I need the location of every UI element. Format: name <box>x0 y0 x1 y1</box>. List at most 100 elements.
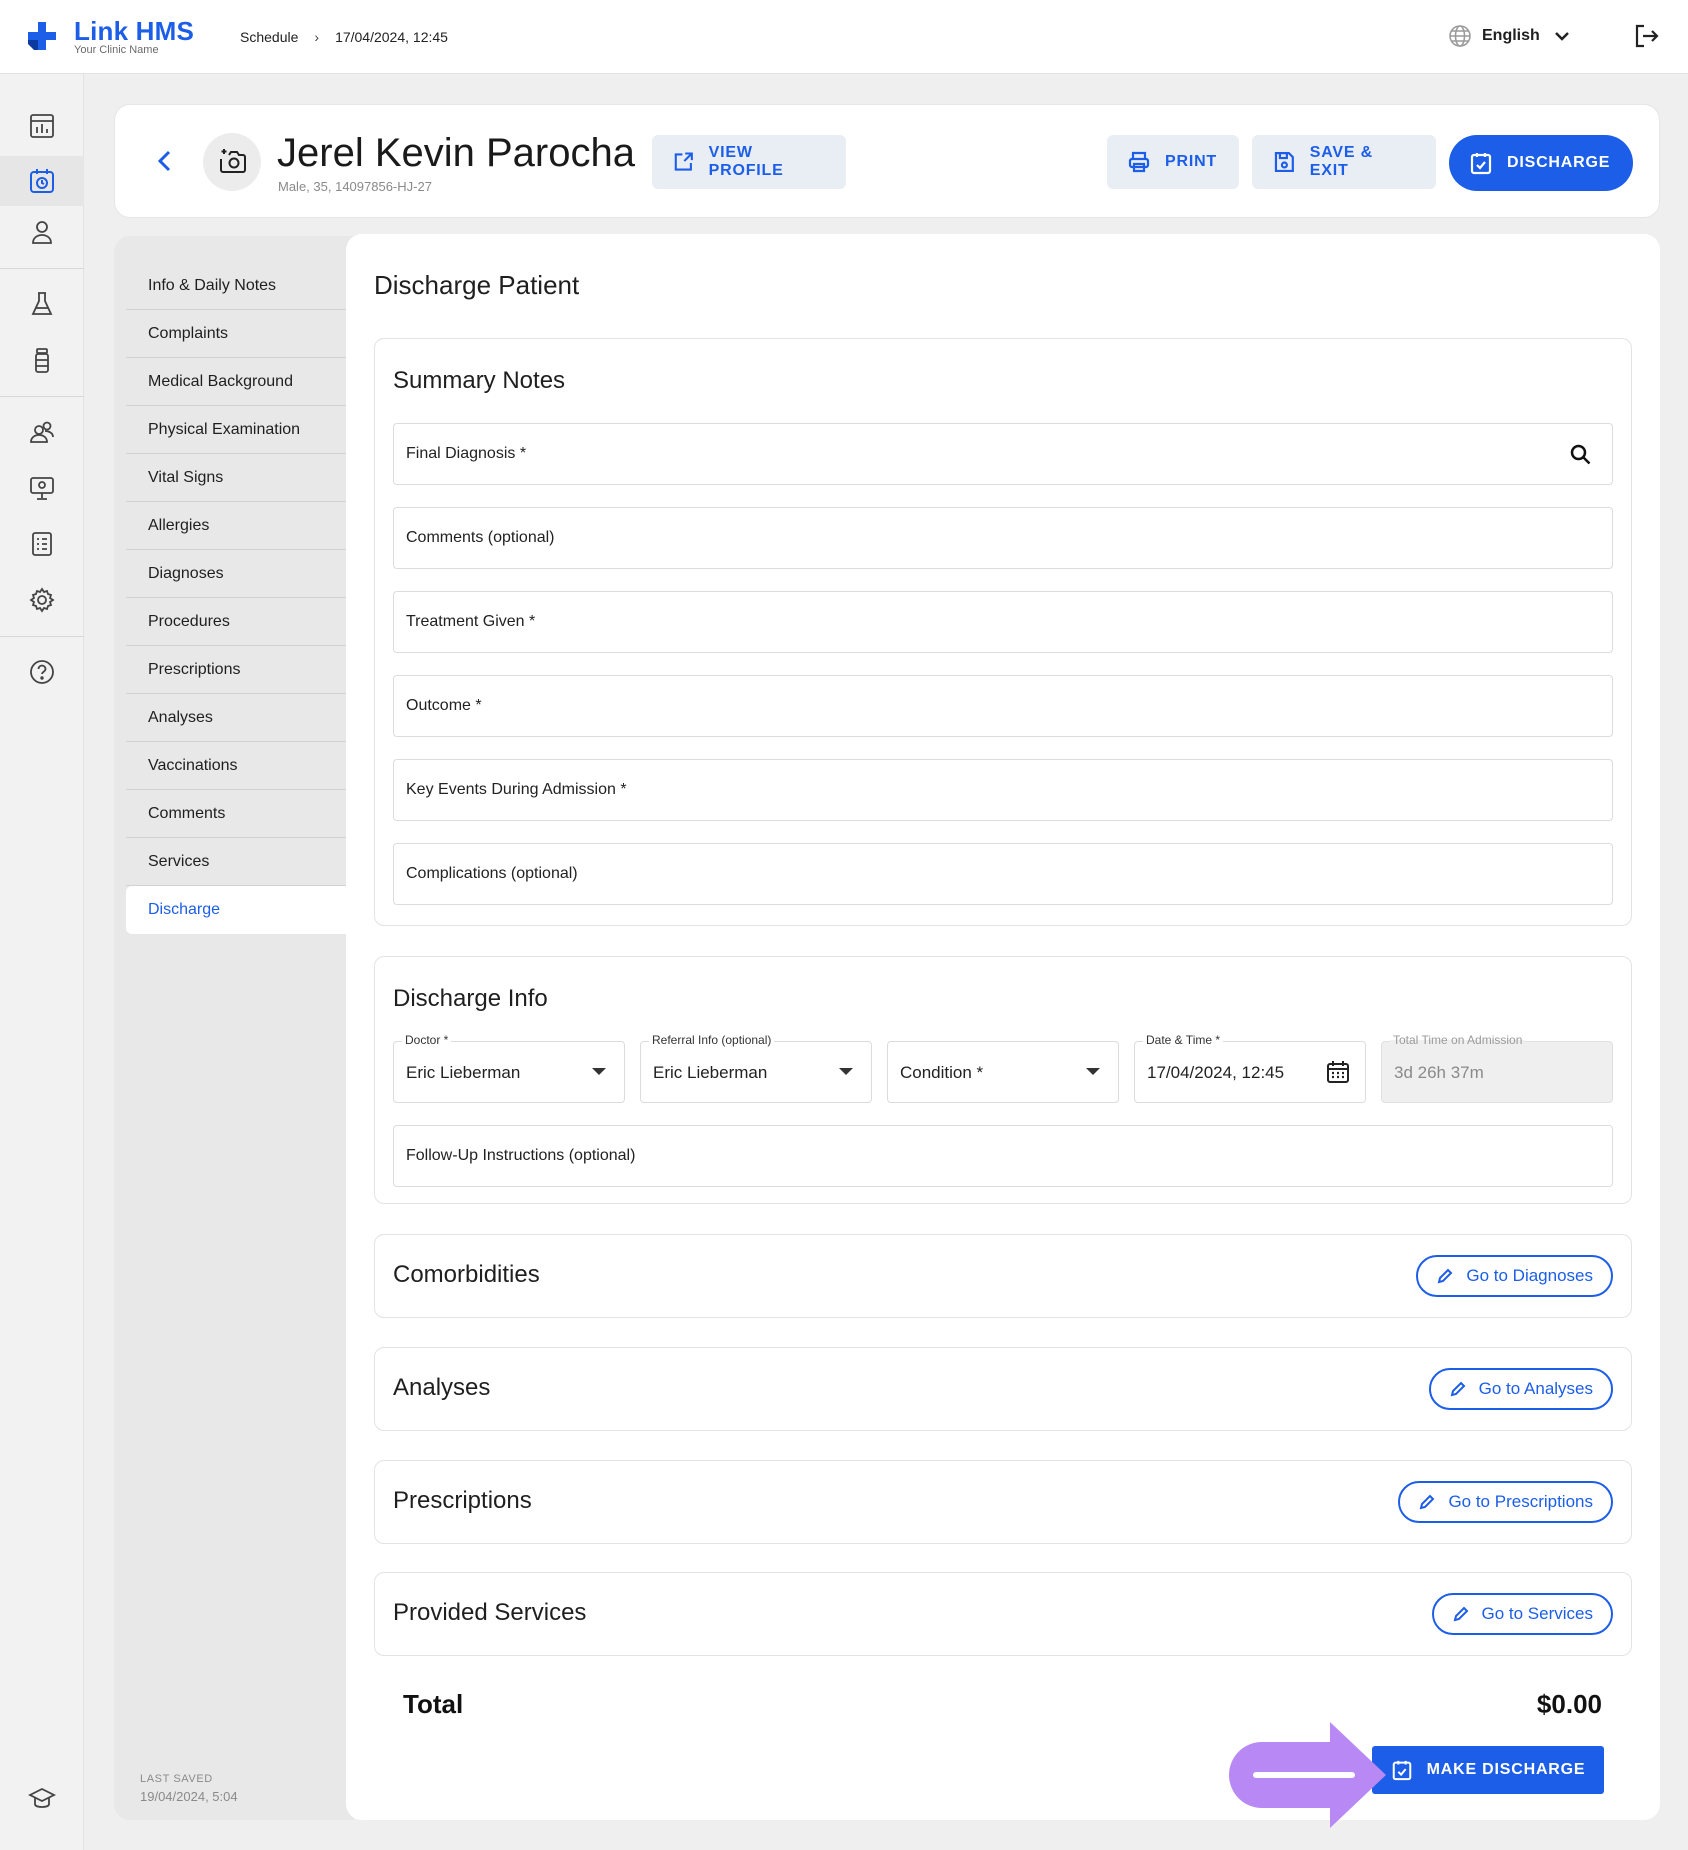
rail-help[interactable] <box>20 650 64 694</box>
discharge-info-title: Discharge Info <box>393 985 548 1012</box>
go-to-diagnoses-button[interactable]: Go to Diagnoses <box>1416 1255 1613 1297</box>
view-profile-button[interactable]: VIEW PROFILE <box>652 135 846 189</box>
nav-item-complaints[interactable]: Complaints <box>126 310 360 358</box>
rail-dashboard[interactable] <box>20 104 64 148</box>
back-arrow-icon[interactable] <box>147 143 183 179</box>
pencil-icon <box>1420 1494 1435 1510</box>
search-icon[interactable] <box>1568 442 1594 468</box>
go-to-prescriptions-label: Go to Prescriptions <box>1448 1492 1593 1511</box>
calendar-icon[interactable] <box>1325 1059 1351 1085</box>
rail-settings[interactable] <box>20 578 64 622</box>
rail-staff[interactable] <box>20 410 64 454</box>
outcome-label: Outcome * <box>406 697 482 714</box>
logout-icon[interactable] <box>1632 22 1660 50</box>
person-icon <box>32 221 52 244</box>
globe-icon <box>1449 25 1471 47</box>
discharge-panel: Discharge Patient Summary Notes Final Di… <box>346 234 1660 1820</box>
pencil-icon <box>1453 1606 1468 1622</box>
breadcrumb-separator: › <box>314 29 320 45</box>
nav-item-allergies[interactable]: Allergies <box>126 502 360 550</box>
nav-item-services[interactable]: Services <box>126 838 360 886</box>
follow-up-field[interactable]: Follow-Up Instructions (optional) <box>393 1125 1613 1187</box>
save-exit-button[interactable]: SAVE & EXIT <box>1252 135 1436 189</box>
nav-item-diagnoses[interactable]: Diagnoses <box>126 550 360 598</box>
rail-presentation[interactable] <box>20 466 64 510</box>
print-button[interactable]: PRINT <box>1107 135 1239 189</box>
dropdown-caret-icon <box>1086 1068 1100 1075</box>
rail-education[interactable] <box>20 1776 64 1820</box>
doctor-select[interactable]: Doctor * Eric Lieberman <box>393 1033 625 1103</box>
medical-cross-icon <box>28 22 56 50</box>
complications-field[interactable]: Complications (optional) <box>393 843 1613 905</box>
pencil-icon <box>1437 1268 1453 1284</box>
nav-item-vital-signs[interactable]: Vital Signs <box>126 454 360 502</box>
prescriptions-title: Prescriptions <box>393 1487 532 1514</box>
dashboard-icon <box>30 114 54 138</box>
final-diagnosis-field[interactable]: Final Diagnosis * <box>393 423 1613 485</box>
pencil-icon <box>1450 1381 1466 1397</box>
condition-select[interactable]: Condition * <box>887 1041 1119 1103</box>
total-time-field: Total Time on Admission 3d 26h 37m <box>1381 1033 1613 1103</box>
dropdown-caret-icon <box>592 1068 606 1075</box>
nav-item-vaccinations[interactable]: Vaccinations <box>126 742 360 790</box>
save-exit-label: SAVE & EXIT <box>1309 144 1373 179</box>
language-selector[interactable]: English <box>1448 24 1574 48</box>
rail-patients[interactable] <box>20 210 64 254</box>
dropdown-caret-icon <box>839 1068 853 1075</box>
make-discharge-label: MAKE DISCHARGE <box>1426 1761 1586 1778</box>
group-icon <box>30 421 54 443</box>
save-icon <box>1274 151 1294 173</box>
rail-pharmacy[interactable] <box>20 338 64 382</box>
last-saved-label: LAST SAVED <box>140 1773 213 1785</box>
rail-lab[interactable] <box>20 282 64 326</box>
nav-item-medical-background[interactable]: Medical Background <box>126 358 360 406</box>
breadcrumb-current: 17/04/2024, 12:45 <box>335 29 448 45</box>
patient-header: Jerel Kevin Parocha Male, 35, 14097856-H… <box>114 104 1660 218</box>
provided-services-card: Provided Services Go to Services <box>374 1572 1632 1656</box>
make-discharge-button[interactable]: MAKE DISCHARGE <box>1372 1746 1604 1794</box>
total-label: Total <box>403 1689 464 1719</box>
nav-item-info-daily-notes[interactable]: Info & Daily Notes <box>126 262 360 310</box>
discharge-label: DISCHARGE <box>1507 154 1611 171</box>
referral-select[interactable]: Referral Info (optional) Eric Lieberman <box>640 1033 872 1103</box>
rail-schedule[interactable] <box>0 156 84 206</box>
nav-item-prescriptions[interactable]: Prescriptions <box>126 646 360 694</box>
app-logo[interactable]: Link HMS Your Clinic Name <box>26 18 194 56</box>
breadcrumb-schedule[interactable]: Schedule <box>240 29 298 45</box>
key-events-field[interactable]: Key Events During Admission * <box>393 759 1613 821</box>
last-saved-value: 19/04/2024, 5:04 <box>140 1789 238 1804</box>
rail-divider <box>0 636 84 637</box>
treatment-given-field[interactable]: Treatment Given * <box>393 591 1613 653</box>
nav-item-procedures[interactable]: Procedures <box>126 598 360 646</box>
gear-icon <box>29 587 55 613</box>
analyses-title: Analyses <box>393 1374 491 1401</box>
comments-field[interactable]: Comments (optional) <box>393 507 1613 569</box>
app-rail <box>0 74 84 1850</box>
datetime-field[interactable]: Date & Time * 17/04/2024, 12:45 <box>1134 1033 1366 1103</box>
monitor-icon <box>30 477 54 500</box>
calendar-clock-icon <box>30 169 54 193</box>
avatar[interactable] <box>203 133 261 191</box>
nav-item-physical-examination[interactable]: Physical Examination <box>126 406 360 454</box>
doctor-value: Eric Lieberman <box>406 1063 521 1082</box>
go-to-prescriptions-button[interactable]: Go to Prescriptions <box>1398 1481 1613 1523</box>
rail-reports[interactable] <box>20 522 64 566</box>
discharge-info-card: Discharge Info Doctor * Eric Lieberman R… <box>374 956 1632 1204</box>
outcome-field[interactable]: Outcome * <box>393 675 1613 737</box>
comments-label: Comments (optional) <box>406 529 555 546</box>
nav-item-analyses[interactable]: Analyses <box>126 694 360 742</box>
total-value: $0.00 <box>1536 1689 1602 1719</box>
checklist-icon <box>1392 1760 1411 1781</box>
nav-item-comments[interactable]: Comments <box>126 790 360 838</box>
condition-value: Condition * <box>900 1063 984 1082</box>
printer-icon <box>1128 151 1150 173</box>
patient-name: Jerel Kevin Parocha <box>277 131 635 175</box>
discharge-button[interactable]: DISCHARGE <box>1449 135 1633 191</box>
go-to-services-button[interactable]: Go to Services <box>1431 1593 1613 1635</box>
annotation-arrow-icon <box>1229 1722 1386 1828</box>
rail-divider <box>0 396 84 397</box>
nav-item-discharge[interactable]: Discharge <box>126 886 360 934</box>
go-to-analyses-button[interactable]: Go to Analyses <box>1428 1368 1613 1410</box>
summary-notes-card: Summary Notes Final Diagnosis * Comments… <box>374 338 1632 926</box>
go-to-diagnoses-label: Go to Diagnoses <box>1466 1266 1593 1285</box>
